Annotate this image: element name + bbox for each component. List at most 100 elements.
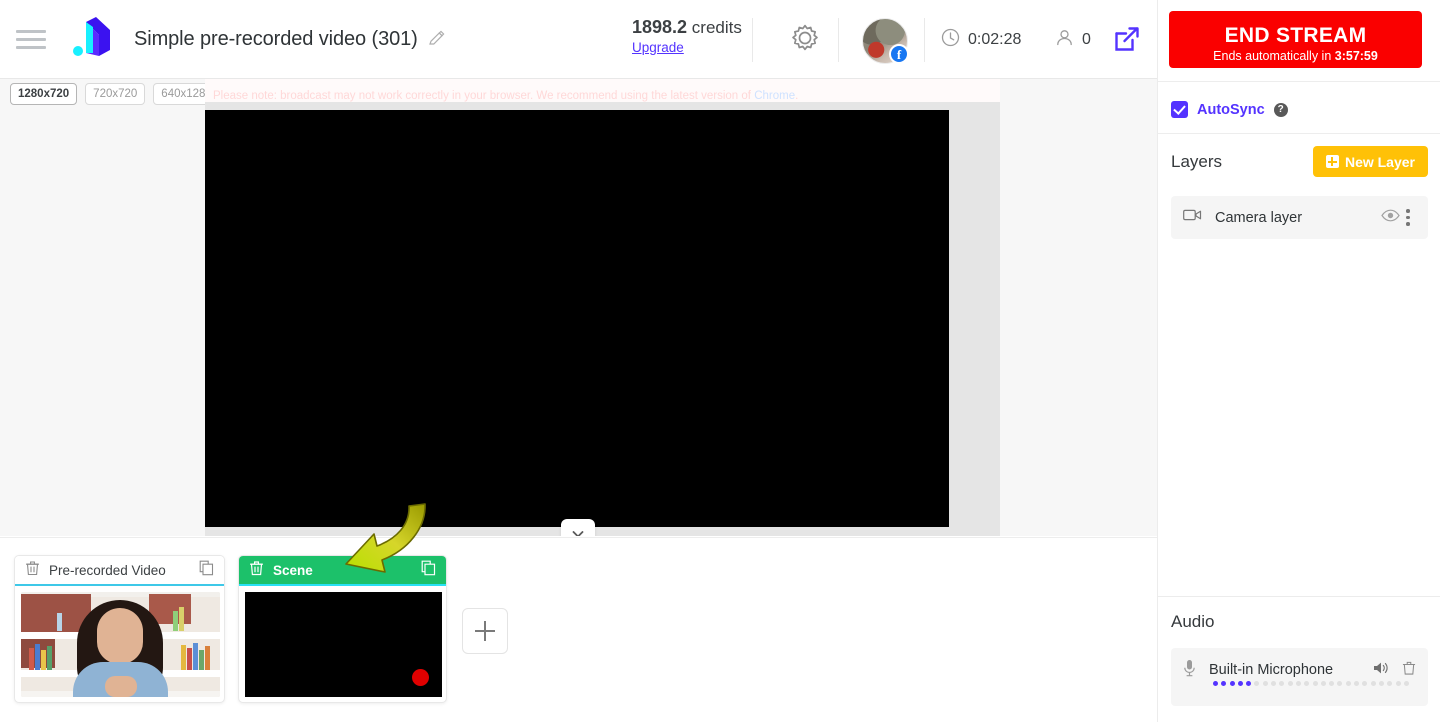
scene-card-scene[interactable]: Scene [238,555,447,703]
resolution-selector: 1280x720 720x720 640x1280 [10,83,220,105]
plus-icon [1325,155,1339,168]
scene-thumbnail-wrap [15,586,224,702]
audio-level-dot [1271,681,1277,686]
audio-device-item[interactable]: Built-in Microphone [1171,648,1428,706]
credits-value: 1898.2 [632,17,688,37]
camera-icon [1183,208,1202,227]
eye-icon[interactable] [1381,209,1400,227]
audio-level-dot [1262,681,1268,686]
copy-icon[interactable] [199,560,214,581]
audio-level-dot [1378,681,1384,686]
audio-level-dot [1387,681,1393,686]
viewers-count: 0 [1082,31,1091,48]
header-divider-2 [838,18,839,62]
end-stream-label: END STREAM [1224,23,1367,47]
hamburger-menu-icon[interactable] [16,29,46,49]
brand-logo-icon[interactable] [66,16,114,62]
viewers-counter: 0 [1055,28,1091,52]
page-title: Simple pre-recorded video (301) [134,27,418,50]
plus-icon [475,621,495,641]
scene-card-title: Pre-recorded Video [49,562,166,578]
trash-icon[interactable] [1402,660,1416,681]
pencil-edit-icon[interactable] [428,30,446,48]
resolution-button-1280x720[interactable]: 1280x720 [10,83,78,105]
autosync-checkbox[interactable] [1171,101,1188,118]
copy-icon[interactable] [421,560,436,581]
browser-notice-text: Please note: broadcast may not work corr… [213,90,799,102]
thumbnail-photo [21,592,220,697]
browser-notice-banner: Please note: broadcast may not work corr… [205,79,1000,102]
browser-notice-message: Please note: broadcast may not work corr… [213,90,755,102]
end-stream-subtitle: Ends automatically in 3:57:59 [1169,49,1422,63]
trash-icon[interactable] [25,560,40,581]
audio-level-dot [1345,681,1351,686]
scene-card-title-active: Scene [273,562,313,578]
end-stream-countdown: 3:57:59 [1334,48,1378,63]
audio-level-dot [1370,681,1376,686]
header-divider-1 [752,18,753,62]
audio-level-dot [1221,681,1227,686]
audio-level-dot [1287,681,1293,686]
right-sidebar: END STREAM Ends automatically in 3:57:59… [1157,0,1440,722]
audio-level-meter [1213,681,1416,686]
speaker-icon[interactable] [1373,661,1390,680]
add-scene-button[interactable] [462,608,508,654]
upgrade-link[interactable]: Upgrade [632,40,684,55]
layers-title: Layers [1171,151,1223,171]
audio-level-dot [1213,681,1218,686]
chrome-link[interactable]: Chrome [754,90,795,102]
person-icon [1055,28,1074,52]
new-layer-button[interactable]: New Layer [1312,146,1428,177]
audio-level-dot [1395,681,1401,686]
audio-level-dot [1320,681,1326,686]
browser-notice-suffix: . [795,90,799,102]
app-root: Simple pre-recorded video (301) 1898.2 c… [0,0,1440,722]
panel-divider-top [1158,81,1440,82]
audio-level-dot [1254,681,1260,686]
audio-section-title: Audio [1171,612,1215,631]
audio-level-dot [1337,681,1343,686]
trash-icon[interactable] [249,560,264,581]
clock-icon [941,28,960,52]
scene-bar: Pre-recorded Video Scene [0,537,1157,722]
scene-thumbnail-wrap-active [239,586,446,702]
audio-level-dot [1312,681,1318,686]
end-stream-subtitle-prefix: Ends automatically in [1213,48,1335,63]
scene-card-header[interactable]: Pre-recorded Video [15,556,224,586]
audio-level-dot [1362,681,1368,686]
avatar[interactable]: f [862,18,909,64]
new-layer-label: New Layer [1344,153,1415,170]
scene-thumbnail-image [21,592,220,697]
audio-level-dot [1246,681,1252,686]
facebook-badge-icon: f [889,44,909,64]
external-link-icon[interactable] [1114,26,1140,52]
question-mark-icon[interactable]: ? [1273,102,1288,117]
gear-icon[interactable] [789,22,821,54]
video-preview[interactable] [205,110,949,527]
scene-card-pre-recorded-video[interactable]: Pre-recorded Video [14,555,225,703]
chevron-down-icon[interactable] [561,519,595,536]
audio-level-dot [1354,681,1360,686]
audio-device-name: Built-in Microphone [1209,662,1334,678]
audio-level-dot [1295,681,1301,686]
audio-level-dot [1237,681,1243,686]
elapsed-time: 0:02:28 [968,31,1022,48]
resolution-button-720x720[interactable]: 720x720 [85,83,146,105]
microphone-icon [1183,659,1196,682]
audio-level-dot [1304,681,1310,686]
autosync-row[interactable]: AutoSync ? [1171,101,1288,118]
credits-line: 1898.2 credits [632,17,742,38]
record-dot-icon [412,669,429,686]
layers-header: Layers New Layer [1171,146,1428,177]
scene-card-header-active[interactable]: Scene [239,556,446,586]
header-divider-3 [924,18,925,62]
kebab-menu-icon[interactable] [1400,209,1416,226]
scene-thumbnail-black [245,592,442,697]
audio-level-dot [1403,681,1409,686]
main-stage-area: 1280x720 720x720 640x1280 Please note: b… [0,79,1157,536]
end-stream-button[interactable]: END STREAM Ends automatically in 3:57:59 [1169,11,1422,68]
stream-timer: 0:02:28 [941,28,1021,52]
layer-list-item[interactable]: Camera layer [1171,196,1428,239]
layer-name: Camera layer [1215,209,1303,226]
audio-level-dot [1329,681,1335,686]
